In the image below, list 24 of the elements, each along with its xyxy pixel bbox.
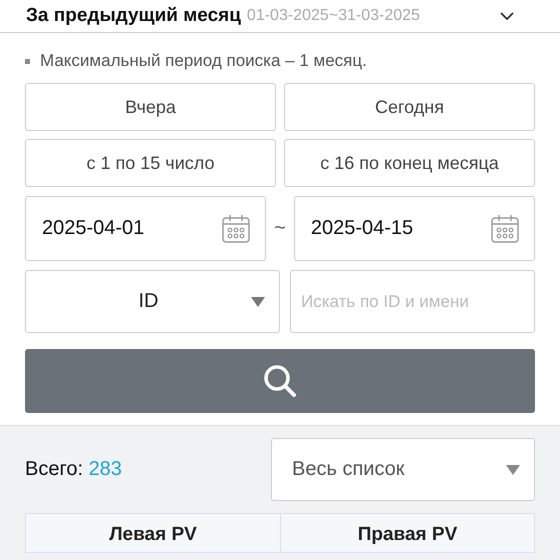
search-icon [263,364,297,398]
range-button[interactable]: с 16 по конец месяца [284,139,535,187]
filter-select[interactable]: Весь список [271,438,535,501]
dropdown-icon [251,296,265,306]
date-field[interactable]: 2025-04-01 [25,196,266,261]
search-type-select[interactable]: ID [25,270,280,333]
calendar-icon [490,214,520,244]
range-separator: ~ [274,217,286,240]
period-title: За предыдущий месяц [26,5,241,27]
total-count: 283 [88,458,122,480]
total-label: Всего: [25,458,83,480]
range-button[interactable]: Сегодня [284,83,535,131]
calendar-icon [221,214,252,244]
search-field[interactable]: Искать по ID и имени [290,270,535,333]
column-header: Правая PV [280,514,534,552]
date-field[interactable]: 2025-04-15 [294,196,535,261]
range-button[interactable]: с 1 по 15 число [25,139,276,187]
bullet-icon [25,58,30,64]
period-range: 01-03-2025~31-03-2025 [246,7,420,25]
dropdown-icon [506,464,520,474]
chevron-icon[interactable] [500,12,514,20]
column-header: Левая PV [108,523,198,547]
search-note: Максимальный период поиска – 1 месяц. [40,51,367,71]
range-button[interactable]: Вчера [25,83,276,131]
